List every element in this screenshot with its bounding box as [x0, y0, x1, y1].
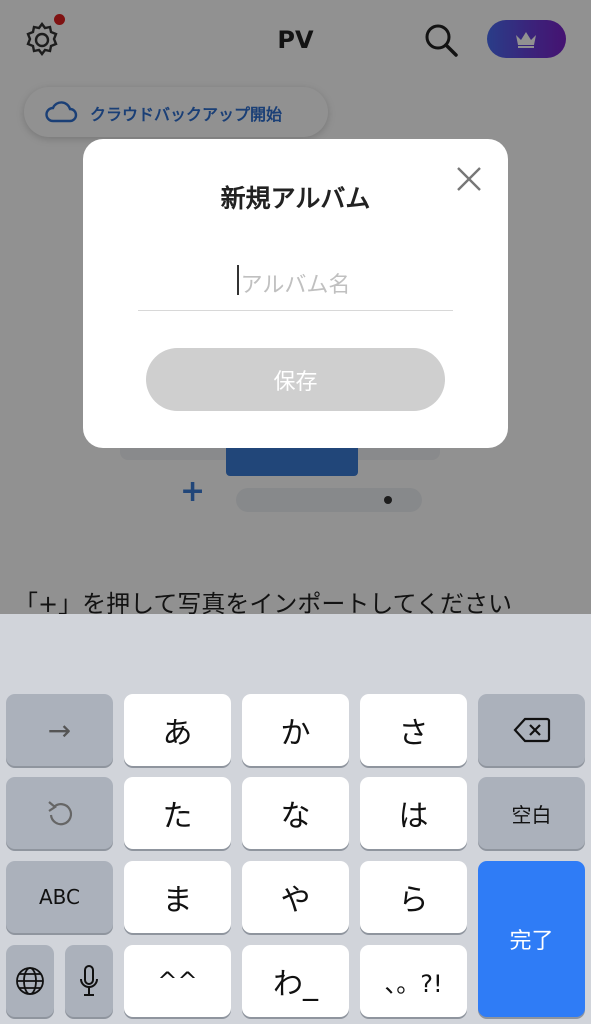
- undo-key[interactable]: [6, 777, 113, 849]
- backspace-key[interactable]: [478, 694, 585, 766]
- album-name-input[interactable]: [138, 261, 453, 311]
- key-ra[interactable]: ら: [360, 861, 467, 933]
- key-ma[interactable]: ま: [124, 861, 231, 933]
- backspace-icon: [513, 717, 551, 743]
- key-ta[interactable]: た: [124, 777, 231, 849]
- key-wa[interactable]: わ_: [242, 945, 349, 1017]
- globe-key[interactable]: [6, 945, 54, 1017]
- next-candidate-key[interactable]: →: [6, 694, 113, 766]
- space-key[interactable]: 空白: [478, 777, 585, 849]
- key-punctuation[interactable]: 、。?!: [360, 945, 467, 1017]
- key-ya[interactable]: や: [242, 861, 349, 933]
- key-na[interactable]: な: [242, 777, 349, 849]
- text-caret: [237, 265, 239, 295]
- key-a[interactable]: あ: [124, 694, 231, 766]
- key-emoticon[interactable]: ^^: [124, 945, 231, 1017]
- key-ka[interactable]: か: [242, 694, 349, 766]
- key-ha[interactable]: は: [360, 777, 467, 849]
- arrow-right-icon: →: [47, 713, 72, 747]
- dialog-title: 新規アルバム: [220, 184, 371, 213]
- abc-key[interactable]: ABC: [6, 861, 113, 933]
- japanese-keyboard: → あ か さ た な は 空白 ABC ま や ら 完了 ^^ わ_ 、。?!: [0, 614, 591, 1024]
- undo-icon: [45, 798, 75, 828]
- microphone-key[interactable]: [65, 945, 113, 1017]
- globe-icon: [14, 965, 46, 997]
- close-icon[interactable]: [454, 164, 484, 194]
- save-button[interactable]: 保存: [146, 348, 445, 411]
- done-key[interactable]: 完了: [478, 861, 585, 1017]
- microphone-icon: [78, 964, 100, 998]
- key-sa[interactable]: さ: [360, 694, 467, 766]
- new-album-dialog: 新規アルバム 保存: [83, 139, 508, 448]
